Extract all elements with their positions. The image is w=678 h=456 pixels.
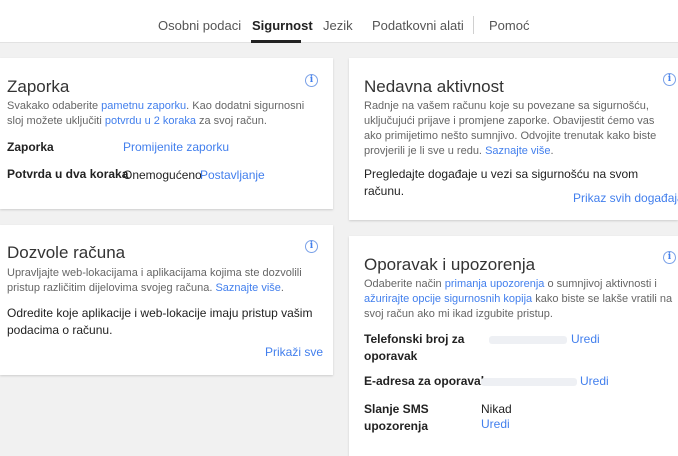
desc-text: .	[550, 145, 554, 157]
card-description: Odaberite način primanja upozorenja o su…	[364, 277, 676, 322]
edit-sms-link[interactable]: Uredi	[481, 417, 510, 431]
password-card: Zaporka i Svakako odaberite pametnu zapo…	[0, 58, 333, 209]
card-description: Svakako odaberite pametnu zaporku. Kao d…	[7, 99, 317, 129]
sms-alerts-status: Nikad	[481, 402, 512, 416]
tab-help[interactable]: Pomoć	[489, 18, 529, 33]
tab-personal-info[interactable]: Osobni podaci	[158, 18, 241, 33]
info-icon[interactable]: i	[305, 74, 318, 87]
desc-text: .	[280, 282, 284, 294]
card-title: Dozvole računa	[7, 243, 126, 262]
permissions-body: Odredite koje aplikacije i web-lokacije …	[7, 306, 313, 337]
desc-text: Svakako odaberite	[7, 100, 102, 112]
tab-divider	[473, 16, 474, 34]
info-icon[interactable]: i	[663, 73, 676, 86]
info-icon[interactable]: i	[663, 251, 676, 264]
card-title: Zaporka	[7, 77, 70, 96]
password-label: Zaporka	[7, 140, 54, 154]
desc-text: Odaberite način	[364, 278, 445, 290]
learn-more-link[interactable]: Saznajte više	[485, 145, 550, 157]
two-step-status: Onemogućeno	[123, 168, 202, 182]
two-step-link[interactable]: potvrdu u 2 koraka	[105, 115, 196, 127]
recovery-phone-label: Telefonski broj za oporavak	[364, 332, 465, 363]
show-all-link[interactable]: Prikaži sve	[265, 345, 323, 359]
recovery-email-label: E-adresa za oporavak	[364, 374, 488, 388]
alerts-link[interactable]: primanja upozorenja	[445, 278, 545, 290]
account-permissions-card: Dozvole računa i Upravljajte web-lokacij…	[0, 225, 333, 375]
edit-email-link[interactable]: Uredi	[580, 374, 609, 388]
change-password-link[interactable]: Promijenite zaporku	[123, 140, 229, 154]
smart-password-link[interactable]: pametnu zaporku	[101, 100, 186, 112]
sms-alerts-label: Slanje SMS upozorenja	[364, 402, 429, 433]
desc-text: o sumnjivoj aktivnosti i	[544, 278, 657, 290]
card-title: Oporavak i upozorenja	[364, 255, 536, 274]
active-tab-indicator	[251, 40, 301, 43]
info-icon[interactable]: i	[305, 240, 318, 253]
desc-text: za svoj račun.	[195, 115, 267, 127]
recovery-phone-value	[489, 336, 567, 344]
card-description: Radnje na vašem računu koje su povezane …	[364, 99, 664, 159]
tab-data-tools[interactable]: Podatkovni alati	[372, 18, 464, 33]
tab-security[interactable]: Sigurnost	[252, 18, 313, 33]
backup-options-link[interactable]: ažurirajte opcije sigurnosnih kopija	[364, 293, 532, 305]
edit-phone-link[interactable]: Uredi	[571, 332, 600, 346]
recovery-alerts-card: Oporavak i upozorenja i Odaberite način …	[349, 236, 678, 456]
top-navigation: Osobni podaci Sigurnost Jezik Podatkovni…	[0, 0, 678, 43]
recent-activity-card: Nedavna aktivnost i Radnje na vašem raču…	[349, 58, 678, 220]
view-all-events-link[interactable]: Prikaz svih događaja	[573, 191, 678, 205]
learn-more-link[interactable]: Saznajte više	[215, 282, 280, 294]
recovery-email-value	[481, 378, 577, 386]
two-step-label: Potvrda u dva koraka	[7, 167, 129, 181]
tab-language[interactable]: Jezik	[323, 18, 353, 33]
card-description: Upravljajte web-lokacijama i aplikacijam…	[7, 266, 307, 296]
card-title: Nedavna aktivnost	[364, 77, 504, 96]
setup-link[interactable]: Postavljanje	[200, 168, 265, 182]
